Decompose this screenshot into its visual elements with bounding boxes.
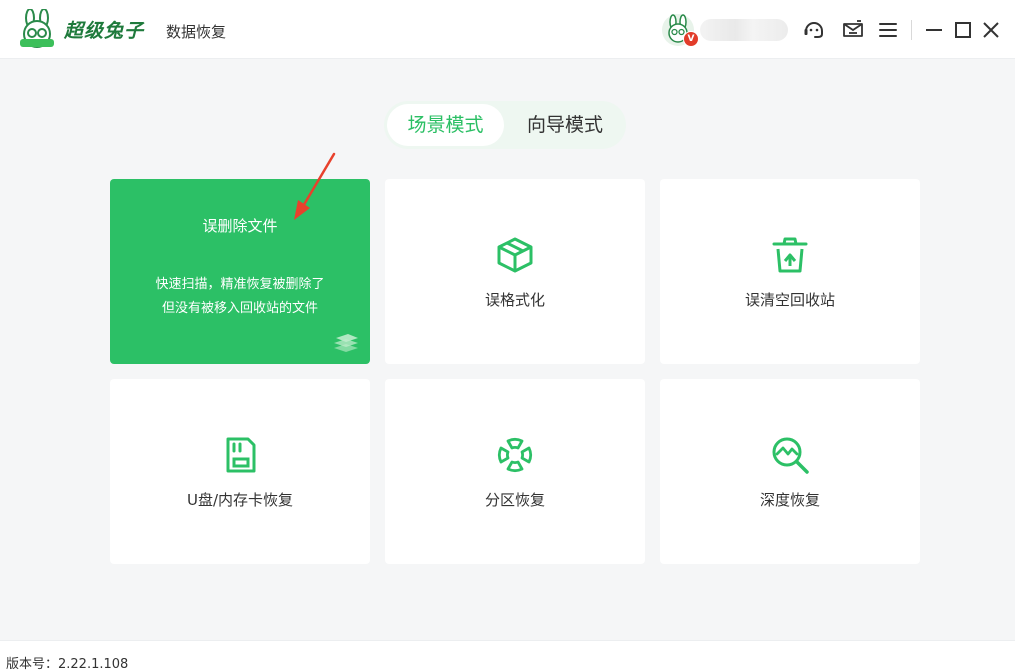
vip-badge: V xyxy=(683,31,699,47)
card-title: U盘/内存卡恢复 xyxy=(186,491,294,509)
mode-switch: 场景模式 向导模式 xyxy=(384,101,626,149)
close-icon[interactable] xyxy=(979,18,1003,42)
partition-icon xyxy=(498,438,532,472)
sd-card-icon xyxy=(226,437,256,473)
rabbit-logo-icon xyxy=(20,9,54,48)
card-deep-recovery[interactable]: 深度恢复 xyxy=(660,379,920,564)
recycle-bin-icon xyxy=(772,237,808,273)
product-name: 数据恢复 xyxy=(166,23,227,41)
version-label: 版本号：2.22.1.108 xyxy=(6,657,129,672)
message-icon[interactable] xyxy=(841,18,865,42)
brand-name: 超级兔子 xyxy=(64,20,145,42)
card-title: 误清空回收站 xyxy=(744,291,835,309)
card-title: 深度恢复 xyxy=(759,491,820,509)
title-bar: 超级兔子 数据恢复 V xyxy=(0,0,1015,59)
tab-scene-mode[interactable]: 场景模式 xyxy=(387,104,504,146)
tab-guide-mode[interactable]: 向导模式 xyxy=(508,104,622,146)
cube-icon xyxy=(497,237,533,273)
username-blurred[interactable] xyxy=(700,19,788,41)
menu-icon[interactable] xyxy=(876,18,900,42)
card-format-recovery[interactable]: 误格式化 xyxy=(385,179,645,364)
deep-scan-icon xyxy=(772,437,809,474)
app-window: 超级兔子 数据恢复 V 场景模式 向导模式 误删除文件 快速扫描，精准恢复被删除… xyxy=(0,0,1015,672)
status-bar: 版本号：2.22.1.108 xyxy=(0,640,1015,672)
card-description: 快速扫描，精准恢复被删除了 但没有被移入回收站的文件 xyxy=(110,273,370,321)
card-recycle-bin-recovery[interactable]: 误清空回收站 xyxy=(660,179,920,364)
card-desc-line: 但没有被移入回收站的文件 xyxy=(161,301,318,316)
annotation-arrow-icon xyxy=(294,152,336,220)
stack-icon xyxy=(334,334,358,352)
card-desc-line: 快速扫描，精准恢复被删除了 xyxy=(155,277,325,292)
customer-service-icon[interactable] xyxy=(802,18,826,42)
card-title: 分区恢复 xyxy=(484,491,545,509)
minimize-icon[interactable] xyxy=(922,18,946,42)
titlebar-divider xyxy=(911,20,912,40)
card-usb-sd-recovery[interactable]: U盘/内存卡恢复 xyxy=(110,379,370,564)
maximize-icon[interactable] xyxy=(951,18,975,42)
card-title: 误格式化 xyxy=(484,291,545,309)
card-partition-recovery[interactable]: 分区恢复 xyxy=(385,379,645,564)
